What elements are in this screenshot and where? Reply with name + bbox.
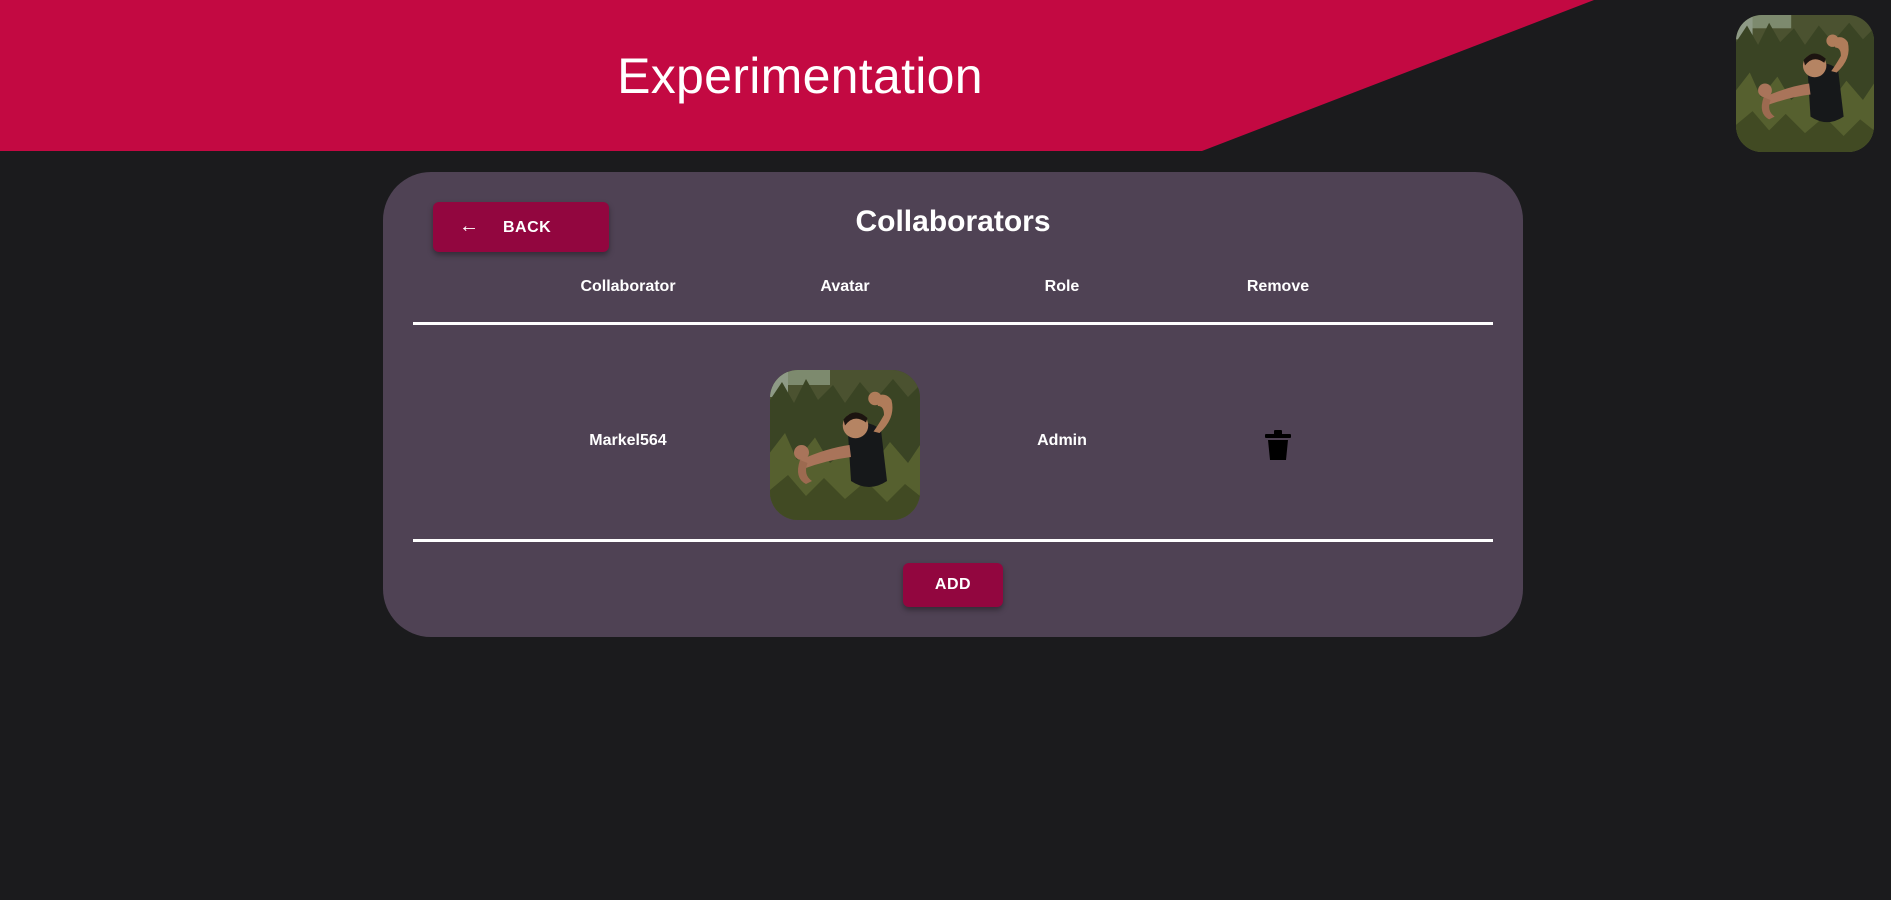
- header-divider: [413, 322, 1493, 325]
- profile-avatar[interactable]: [1736, 15, 1874, 152]
- column-header-collaborator: Collaborator: [580, 278, 676, 295]
- column-header-role: Role: [1044, 278, 1080, 295]
- collaborator-role: Admin: [1037, 432, 1087, 449]
- trash-icon[interactable]: [1265, 430, 1291, 460]
- panel-title: Collaborators: [855, 205, 1051, 238]
- collaborator-avatar: [770, 370, 920, 520]
- user-photo-icon: [1736, 15, 1874, 152]
- column-header-remove: Remove: [1246, 278, 1310, 295]
- row-divider: [413, 539, 1493, 542]
- add-collaborator-button[interactable]: ADD: [903, 563, 1003, 607]
- page: Experimentation ← BACK Collaborators Col…: [0, 0, 1891, 900]
- project-title: Experimentation: [617, 48, 983, 104]
- collaborator-name: Markel564: [589, 432, 667, 449]
- user-photo-icon: [770, 370, 920, 520]
- column-header-avatar: Avatar: [820, 278, 870, 295]
- collaborators-card: ← BACK Collaborators Collaborator Avatar…: [383, 172, 1523, 637]
